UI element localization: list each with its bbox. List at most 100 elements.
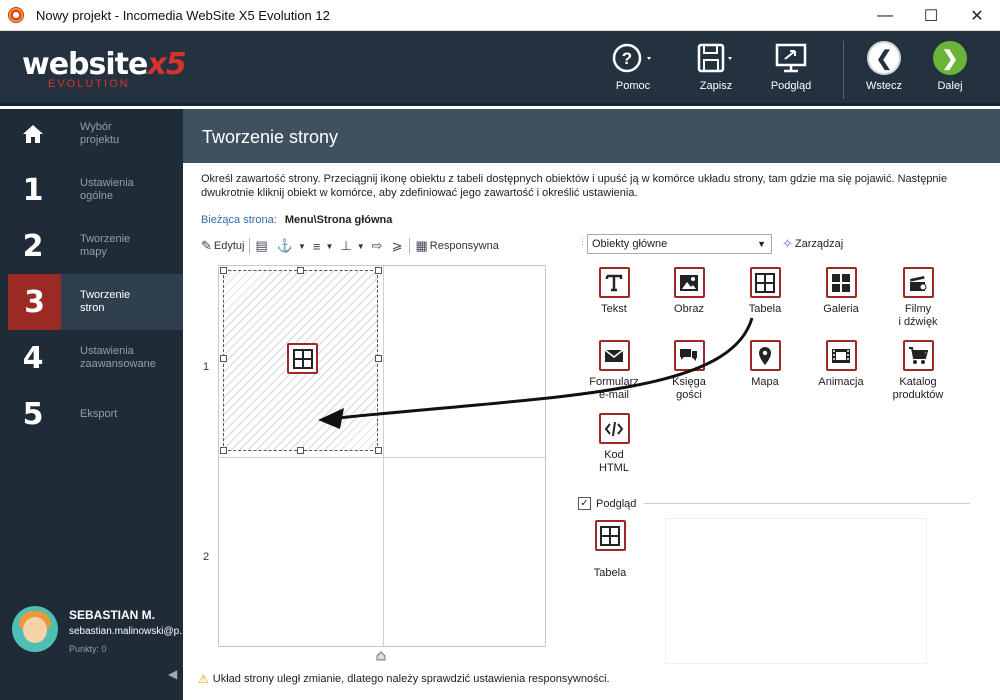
object-product-catalog[interactable]: Katalog produktów — [883, 340, 953, 402]
header-divider — [843, 41, 844, 99]
object-guestbook[interactable]: Księga gości — [654, 340, 724, 402]
insert-row-button[interactable]: ≡ ▼ — [313, 239, 334, 254]
object-text[interactable]: Tekst — [579, 267, 649, 316]
row-number: 2 — [203, 551, 210, 563]
style-button[interactable]: ▤ — [255, 238, 269, 254]
sidebar-item-advanced-settings[interactable]: 4 Ustawienia zaawansowane — [8, 330, 183, 386]
anchor-icon: ⚓ — [276, 238, 293, 253]
object-email-form[interactable]: Formularz e-mail — [579, 340, 649, 402]
logo-subtitle: EVOLUTION — [48, 78, 130, 90]
save-button[interactable]: Zapisz — [681, 39, 751, 92]
window-titlebar: Nowy projekt - Incomedia WebSite X5 Evol… — [0, 0, 1000, 31]
user-profile[interactable]: SEBASTIAN M. sebastian.malinowski@p... P… — [12, 606, 188, 666]
resize-handle[interactable] — [297, 267, 304, 274]
preview-toggle[interactable]: ✓ Podgląd — [578, 497, 970, 510]
sidebar-item-page-creation[interactable]: 3 Tworzenie stron — [8, 274, 183, 330]
warning-icon: ⚠ — [198, 672, 209, 686]
film-icon — [825, 340, 857, 371]
preview-button[interactable]: Podgląd — [756, 39, 826, 92]
resize-handle[interactable] — [375, 447, 382, 454]
object-table[interactable]: Tabela — [730, 267, 800, 316]
gallery-icon — [825, 267, 857, 298]
resize-handle[interactable] — [297, 447, 304, 454]
instructions-text: Określ zawartość strony. Przeciągnij iko… — [201, 173, 948, 199]
preview-object: Tabela — [578, 520, 642, 579]
responsive-icon: ▦ — [415, 238, 428, 253]
row-number: 1 — [203, 361, 210, 373]
object-map[interactable]: Mapa — [730, 340, 800, 389]
insert-row-icon: ≡ — [312, 238, 321, 254]
responsive-warning: ⚠ Układ strony uległ zmianie, dlatego na… — [198, 672, 610, 686]
next-button[interactable]: ❯ Dalej — [915, 39, 985, 92]
user-email: sebastian.malinowski@p... — [69, 626, 188, 637]
map-pin-icon — [749, 340, 781, 371]
save-icon — [697, 43, 732, 73]
image-icon — [673, 267, 705, 298]
home-icon — [23, 125, 43, 143]
panel-grip-icon: ⋮ — [578, 236, 587, 246]
preview-checkbox[interactable]: ✓ — [578, 497, 591, 510]
chevron-right-icon: ❯ — [933, 41, 967, 75]
sidebar-item-project[interactable]: Wybór projektu — [8, 106, 183, 162]
puzzle-icon: ✧ — [782, 236, 793, 251]
window-title: Nowy projekt - Incomedia WebSite X5 Evol… — [36, 7, 330, 23]
edit-icon: ✎ — [201, 238, 212, 253]
text-icon — [598, 267, 630, 298]
grid-resize-handle-icon[interactable] — [376, 651, 386, 661]
current-page: Bieżąca strona: Menu\Strona główna — [201, 214, 393, 226]
maximize-button[interactable]: ☐ — [908, 0, 954, 31]
mail-icon — [598, 340, 630, 371]
app-header: websitex5 EVOLUTION ? Pomoc Zapisz Podgl… — [0, 31, 1000, 106]
manage-objects-button[interactable]: ✧ Zarządzaj — [782, 236, 843, 252]
table-icon — [287, 343, 318, 374]
sidebar-item-sitemap[interactable]: 2 Tworzenie mapy — [8, 218, 183, 274]
resize-handle[interactable] — [220, 355, 227, 362]
chevron-down-icon: ▼ — [757, 239, 766, 249]
split-cells-button[interactable]: ⩾ — [392, 238, 405, 254]
avatar — [12, 606, 58, 652]
preview-area — [665, 518, 927, 664]
minimize-button[interactable]: — — [862, 0, 908, 31]
resize-handle[interactable] — [375, 267, 382, 274]
brush-icon: ▤ — [255, 238, 268, 253]
chat-icon — [673, 340, 705, 371]
merge-cells-button[interactable]: ⇨ — [372, 238, 385, 254]
object-html-code[interactable]: Kod HTML — [579, 413, 649, 475]
page-title-bar: Tworzenie strony — [183, 109, 1000, 163]
chevron-left-icon: ❮ — [867, 41, 901, 75]
video-icon — [902, 267, 934, 298]
anchor-button[interactable]: ⚓ ▼ — [277, 238, 306, 254]
resize-handle[interactable] — [220, 267, 227, 274]
table-icon — [749, 267, 781, 298]
table-icon — [594, 520, 626, 551]
collapse-sidebar-icon[interactable]: ◀ — [168, 667, 177, 681]
insert-column-button[interactable]: ⊥ ▼ — [340, 238, 364, 254]
page-title: Tworzenie strony — [202, 127, 339, 147]
placed-table-object[interactable] — [287, 343, 318, 374]
resize-handle[interactable] — [375, 355, 382, 362]
object-gallery[interactable]: Galeria — [806, 267, 876, 316]
layout-toolbar: ✎ Edytuj ▤ ⚓ ▼ ≡ ▼ ⊥ ▼ ⇨ ⩾ ▦ Responsywna — [201, 235, 551, 257]
resize-handle[interactable] — [220, 447, 227, 454]
back-button[interactable]: ❮ Wstecz — [849, 39, 919, 92]
object-video-audio[interactable]: Filmy i dźwięk — [883, 267, 953, 329]
edit-button[interactable]: ✎ Edytuj — [201, 238, 244, 254]
svg-text:?: ? — [622, 49, 632, 68]
responsive-button[interactable]: ▦ Responsywna — [415, 238, 498, 254]
user-points: Punkty: 0 — [69, 644, 107, 654]
close-button[interactable]: ✕ — [954, 0, 1000, 31]
monitor-icon — [775, 43, 807, 73]
code-icon — [598, 413, 630, 444]
app-logo: websitex5 — [22, 47, 187, 82]
object-category-select[interactable]: Obiekty główne ▼ — [587, 234, 772, 254]
help-icon: ? — [612, 43, 651, 73]
object-animation[interactable]: Animacja — [806, 340, 876, 389]
help-button[interactable]: ? Pomoc — [598, 39, 668, 92]
app-icon — [8, 7, 24, 23]
object-image[interactable]: Obraz — [654, 267, 724, 316]
split-icon: ⩾ — [391, 238, 403, 253]
cart-icon — [902, 340, 934, 371]
insert-column-icon: ⊥ — [340, 238, 352, 253]
sidebar-item-general-settings[interactable]: 1 Ustawienia ogólne — [8, 162, 183, 218]
sidebar-item-export[interactable]: 5 Eksport — [8, 386, 183, 442]
